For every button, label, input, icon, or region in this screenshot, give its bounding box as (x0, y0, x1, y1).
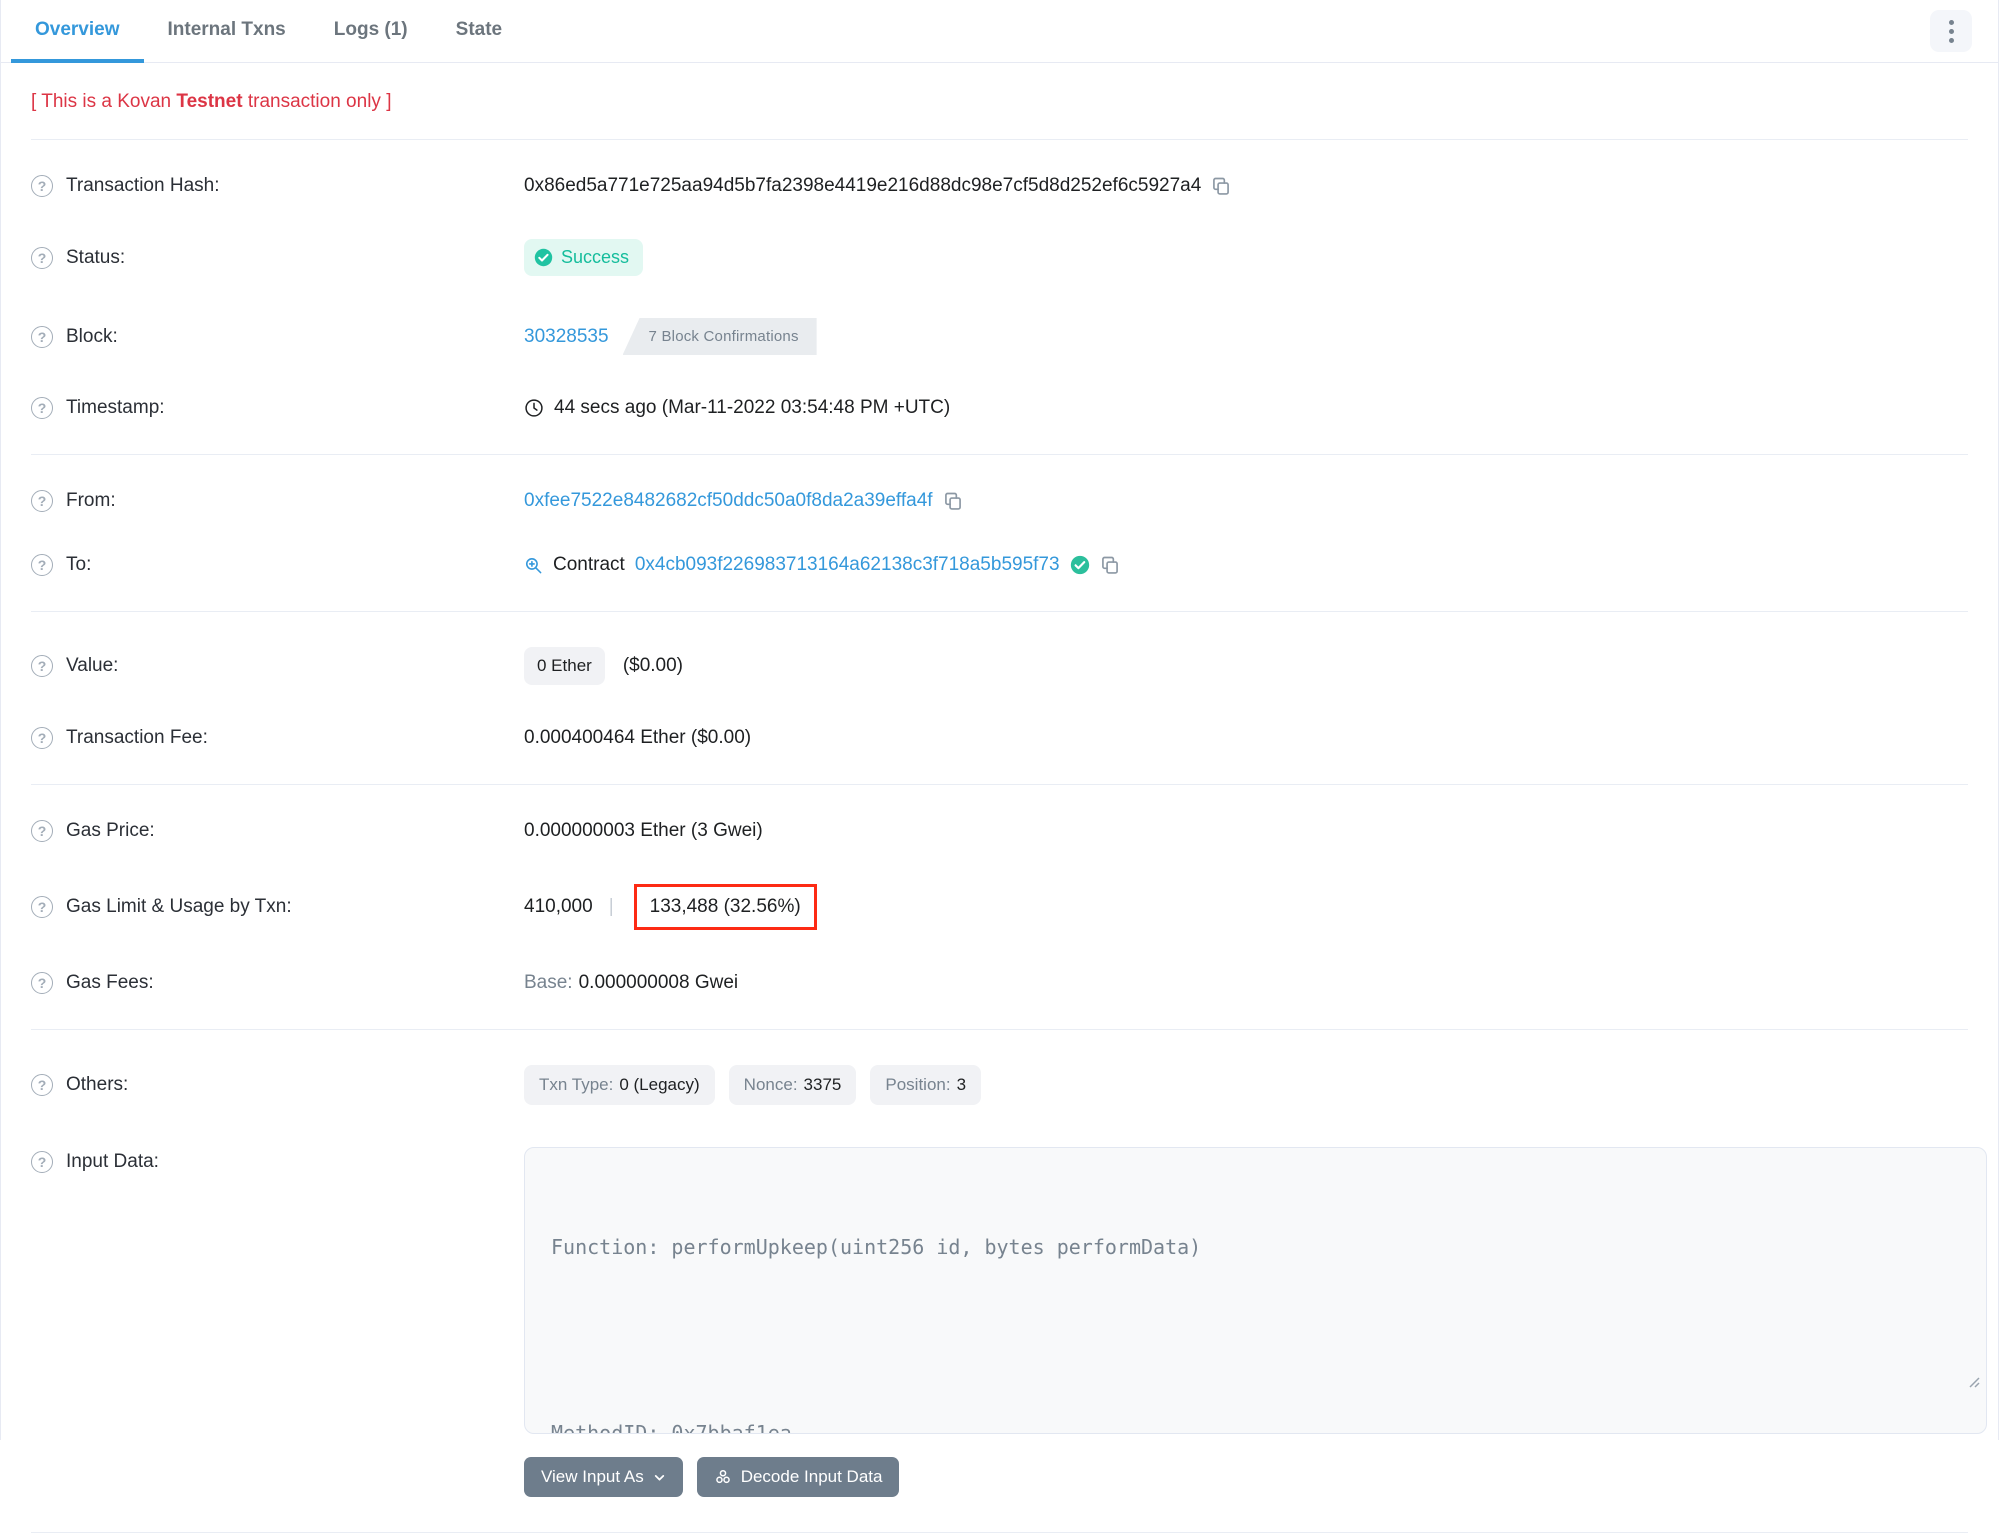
transaction-fee-value: 0.000400464 Ether ($0.00) (524, 727, 752, 748)
help-icon[interactable]: ? (31, 1151, 53, 1173)
help-icon[interactable]: ? (31, 175, 53, 197)
tab-state[interactable]: State (432, 0, 526, 63)
input-methodid-line: MethodID: 0x7bbaf1ea (551, 1421, 792, 1434)
copy-icon[interactable] (1100, 555, 1120, 575)
row-value: ? Value: 0 Ether ($0.00) (31, 626, 1968, 706)
tab-bar: Overview Internal Txns Logs (1) State (1, 0, 1998, 63)
to-contract-prefix: Contract (553, 554, 625, 575)
help-icon[interactable]: ? (31, 1074, 53, 1096)
status-label: Status: (66, 246, 126, 268)
others-label: Others: (66, 1074, 129, 1095)
status-badge: Success (524, 239, 644, 276)
copy-icon[interactable] (1211, 176, 1231, 196)
ether-value-badge: 0 Ether (524, 647, 605, 685)
help-icon[interactable]: ? (31, 325, 53, 348)
verified-check-icon (1070, 555, 1089, 575)
tab-overview[interactable]: Overview (11, 0, 144, 63)
base-fee-value: 0.000000008 Gwei (578, 972, 739, 993)
row-transaction-hash: ? Transaction Hash: 0x86ed5a771e725aa94d… (31, 154, 1968, 218)
nonce-badge: Nonce: 3375 (728, 1065, 857, 1105)
usd-value: ($0.00) (622, 655, 684, 676)
help-icon[interactable]: ? (31, 655, 53, 677)
to-address-link[interactable]: 0x4cb093f226983713164a62138c3f718a5b595f… (635, 554, 1060, 576)
row-others: ? Others: Txn Type: 0 (Legacy) Nonce: 33… (31, 1044, 1968, 1126)
input-data-label: Input Data: (66, 1151, 159, 1172)
from-address-link[interactable]: 0xfee7522e8482682cf50ddc50a0f8da2a39effa… (524, 490, 933, 512)
from-label: From: (66, 490, 116, 511)
row-gas-fees: ? Gas Fees: Base: 0.000000008 Gwei (31, 951, 1968, 1015)
gas-fees-label: Gas Fees: (66, 972, 154, 993)
row-status: ? Status: Success (31, 218, 1968, 297)
input-data-box[interactable]: Function: performUpkeep(uint256 id, byte… (524, 1147, 1987, 1434)
txn-type-badge: Txn Type: 0 (Legacy) (524, 1065, 715, 1105)
testnet-notice: [ This is a Kovan Testnet transaction on… (31, 91, 392, 112)
row-input-data: ? Input Data: Function: performUpkeep(ui… (31, 1126, 1987, 1518)
help-icon[interactable]: ? (31, 820, 53, 842)
value-label: Value: (66, 655, 119, 676)
help-icon[interactable]: ? (31, 490, 53, 512)
transaction-hash-value: 0x86ed5a771e725aa94d5b7fa2398e4419e216d8… (524, 175, 1202, 196)
gas-price-label: Gas Price: (66, 820, 155, 841)
position-badge: Position: 3 (870, 1065, 982, 1105)
gas-limit-value: 410,000 (524, 896, 593, 917)
tabs: Overview Internal Txns Logs (1) State (11, 0, 526, 63)
check-circle-icon (534, 248, 553, 267)
gas-usage-annotation-box: 133,488 (32.56%) (633, 884, 817, 930)
row-to: ? To: Contract 0x4cb093f226983713164a621… (31, 533, 1968, 597)
chevron-down-icon (654, 1474, 664, 1481)
help-icon[interactable]: ? (31, 246, 53, 269)
timestamp-label: Timestamp: (66, 397, 165, 418)
input-function-line: Function: performUpkeep(uint256 id, byte… (551, 1235, 1202, 1259)
base-fee-label: Base: (524, 972, 573, 993)
timestamp-value: 44 secs ago (Mar-11-2022 03:54:48 PM +UT… (554, 397, 951, 418)
block-number-link[interactable]: 30328535 (524, 326, 609, 348)
row-block: ? Block: 30328535 7 Block Confirmations (31, 297, 1968, 376)
help-icon[interactable]: ? (31, 397, 53, 419)
vertical-ellipsis-icon (1948, 19, 1954, 25)
transaction-fee-label: Transaction Fee: (66, 727, 208, 748)
magnifier-plus-icon[interactable] (524, 556, 543, 575)
clock-icon (525, 399, 543, 417)
block-confirmations-badge: 7 Block Confirmations (622, 318, 817, 355)
tab-logs[interactable]: Logs (1) (310, 0, 432, 63)
view-input-as-button[interactable]: View Input As (524, 1457, 683, 1497)
help-icon[interactable]: ? (31, 727, 53, 749)
separator: | (608, 896, 614, 917)
transaction-hash-label: Transaction Hash: (66, 175, 220, 196)
block-label: Block: (66, 325, 118, 347)
tab-internal-txns[interactable]: Internal Txns (144, 0, 310, 63)
gas-usage-value: 133,488 (32.56%) (649, 896, 801, 917)
more-options-button[interactable] (1930, 10, 1972, 52)
resize-grip-icon[interactable] (1797, 1335, 1980, 1428)
help-icon[interactable]: ? (31, 896, 53, 918)
row-transaction-fee: ? Transaction Fee: 0.000400464 Ether ($0… (31, 706, 1968, 770)
row-from: ? From: 0xfee7522e8482682cf50ddc50a0f8da… (31, 469, 1968, 533)
gas-price-value: 0.000000003 Ether (3 Gwei) (524, 820, 763, 841)
to-label: To: (66, 554, 92, 575)
transaction-detail-card: Overview Internal Txns Logs (1) State [ … (0, 0, 1999, 1533)
row-gas-price: ? Gas Price: 0.000000003 Ether (3 Gwei) (31, 799, 1968, 863)
row-timestamp: ? Timestamp: 44 secs ago (Mar-11-2022 03… (31, 376, 1968, 440)
copy-icon[interactable] (943, 491, 963, 511)
decode-input-data-button[interactable]: Decode Input Data (696, 1457, 900, 1497)
help-icon[interactable]: ? (31, 554, 53, 576)
row-gas-limit-usage: ? Gas Limit & Usage by Txn: 410,000 | 13… (31, 863, 1968, 951)
gas-limit-label: Gas Limit & Usage by Txn: (66, 896, 292, 917)
help-icon[interactable]: ? (31, 972, 53, 994)
decode-icon (715, 1469, 730, 1484)
